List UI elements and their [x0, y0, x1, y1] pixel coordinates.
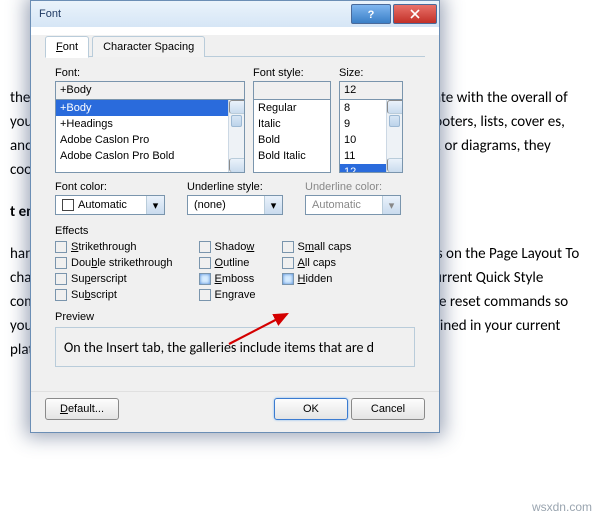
tab-font[interactable]: Font [45, 36, 89, 58]
chevron-down-icon: ▾ [264, 196, 282, 214]
tab-character-spacing[interactable]: Character Spacing [92, 36, 205, 57]
scroll-up-icon[interactable]: ▲ [229, 100, 245, 114]
ok-button[interactable]: OK [274, 398, 348, 420]
scroll-thumb[interactable] [389, 115, 400, 127]
checkbox-engrave[interactable]: Engrave [199, 289, 256, 301]
svg-text:?: ? [368, 9, 375, 19]
scroll-down-icon[interactable]: ▼ [229, 158, 245, 172]
font-item[interactable]: Adobe Caslon Pro Bold [56, 148, 244, 164]
titlebar-title: Font [39, 8, 351, 20]
size-list[interactable]: 8 9 10 11 12 ▲ ▼ [339, 99, 403, 173]
underline-color-dropdown: Automatic ▾ [305, 195, 401, 215]
chevron-down-icon: ▾ [146, 196, 164, 214]
style-item[interactable]: Italic [254, 116, 330, 132]
default-button[interactable]: Default... [45, 398, 119, 420]
underline-style-dropdown[interactable]: (none) ▾ [187, 195, 283, 215]
checkbox-emboss[interactable]: Emboss [199, 273, 256, 285]
chevron-down-icon: ▾ [382, 196, 400, 214]
font-color-dropdown[interactable]: Automatic ▾ [55, 195, 165, 215]
scroll-down-icon[interactable]: ▼ [387, 158, 403, 172]
checkbox-small-caps[interactable]: Small caps [282, 241, 352, 253]
preview-text: On the Insert tab, the galleries include… [55, 327, 415, 367]
cancel-button[interactable]: Cancel [351, 398, 425, 420]
close-button[interactable] [393, 4, 437, 24]
style-item[interactable]: Bold [254, 132, 330, 148]
label-font-color: Font color: [55, 181, 165, 193]
font-dialog: Font ? Font Character Spacing Font: +Bod… [30, 0, 440, 433]
checkbox-subscript[interactable]: Subscript [55, 289, 173, 301]
font-item[interactable]: +Body [56, 100, 244, 116]
watermark: wsxdn.com [532, 500, 592, 514]
checkbox-shadow[interactable]: Shadow [199, 241, 256, 253]
checkbox-strikethrough[interactable]: Strikethrough [55, 241, 173, 253]
font-item[interactable]: Adobe Caslon Pro [56, 132, 244, 148]
label-effects: Effects [55, 225, 415, 237]
style-item[interactable]: Bold Italic [254, 148, 330, 164]
style-list[interactable]: Regular Italic Bold Bold Italic [253, 99, 331, 173]
scrollbar[interactable]: ▲ ▼ [386, 100, 402, 172]
tab-panel-font: Font: +Body +Body +Headings Adobe Caslon… [45, 57, 425, 379]
font-item[interactable]: +Headings [56, 116, 244, 132]
font-edit[interactable]: +Body [55, 81, 245, 99]
size-edit[interactable]: 12 [339, 81, 403, 99]
font-list[interactable]: +Body +Headings Adobe Caslon Pro Adobe C… [55, 99, 245, 173]
checkbox-superscript[interactable]: Superscript [55, 273, 173, 285]
checkbox-double-strikethrough[interactable]: Double strikethrough [55, 257, 173, 269]
label-preview: Preview [55, 311, 415, 323]
label-size: Size: [339, 67, 403, 79]
scrollbar[interactable]: ▲ ▼ [228, 100, 244, 172]
label-underline-color: Underline color: [305, 181, 401, 193]
style-item[interactable]: Regular [254, 100, 330, 116]
label-underline-style: Underline style: [187, 181, 283, 193]
scroll-thumb[interactable] [231, 115, 242, 127]
label-font-style: Font style: [253, 67, 331, 79]
style-edit[interactable] [253, 81, 331, 99]
checkbox-outline[interactable]: Outline [199, 257, 256, 269]
checkbox-hidden[interactable]: Hidden [282, 273, 352, 285]
titlebar: Font ? [31, 1, 439, 27]
checkbox-all-caps[interactable]: All caps [282, 257, 352, 269]
label-font: Font: [55, 67, 245, 79]
help-button[interactable]: ? [351, 4, 391, 24]
scroll-up-icon[interactable]: ▲ [387, 100, 403, 114]
